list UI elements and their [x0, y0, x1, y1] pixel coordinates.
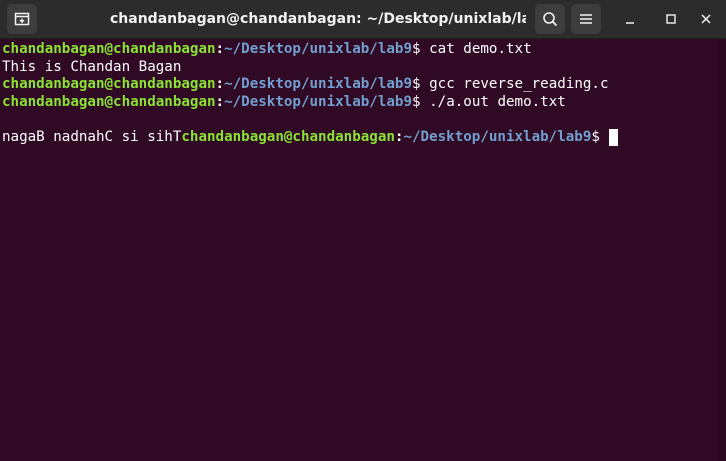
maximize-icon — [665, 10, 677, 29]
prompt-symbol: $ — [412, 76, 430, 92]
terminal-output[interactable]: chandanbagan@chandanbagan:~/Desktop/unix… — [0, 39, 718, 461]
terminal-line: nagaB nadnahC si sihTchandanbagan@chanda… — [2, 128, 718, 147]
command-text: gcc reverse_reading.c — [429, 76, 609, 92]
maximize-button[interactable] — [661, 9, 681, 29]
new-tab-icon — [14, 11, 30, 27]
prompt-user-host: chandanbagan@chandanbagan — [2, 93, 216, 110]
minimize-icon — [624, 10, 636, 29]
prompt-colon: : — [215, 41, 225, 57]
terminal-line: chandanbagan@chandanbagan:~/Desktop/unix… — [2, 76, 718, 94]
prompt-colon: : — [215, 76, 225, 92]
output-text: nagaB nadnahC si sihT — [2, 128, 182, 145]
prompt-path: ~/Desktop/unixlab/lab9 — [224, 76, 413, 92]
prompt-path: ~/Desktop/unixlab/lab9 — [224, 41, 413, 57]
output-text: This is Chandan Bagan — [2, 58, 182, 75]
prompt-symbol: $ — [591, 128, 609, 145]
prompt-user-host: chandanbagan@chandanbagan — [181, 128, 395, 145]
new-tab-button[interactable] — [7, 4, 37, 34]
hamburger-menu-icon — [579, 12, 593, 26]
window-title: chandanbagan@chandanbagan: ~/Desktop/uni… — [110, 11, 526, 27]
menu-button[interactable] — [571, 4, 601, 34]
prompt-path: ~/Desktop/unixlab/lab9 — [403, 128, 592, 145]
terminal-line: chandanbagan@chandanbagan:~/Desktop/unix… — [2, 94, 718, 112]
command-text: ./a.out demo.txt — [429, 93, 566, 110]
terminal-line: chandanbagan@chandanbagan:~/Desktop/unix… — [2, 41, 718, 59]
prompt-colon: : — [215, 93, 225, 110]
terminal-line: This is Chandan Bagan — [2, 59, 718, 77]
command-text: cat demo.txt — [429, 41, 532, 57]
close-icon — [700, 10, 712, 29]
minimize-button[interactable] — [620, 9, 640, 29]
prompt-path: ~/Desktop/unixlab/lab9 — [224, 93, 413, 110]
prompt-symbol: $ — [412, 93, 430, 110]
close-button[interactable] — [696, 9, 716, 29]
prompt-symbol: $ — [412, 41, 430, 57]
search-icon — [542, 11, 558, 27]
prompt-user-host: chandanbagan@chandanbagan — [2, 41, 216, 57]
terminal-window: chandanbagan@chandanbagan: ~/Desktop/uni… — [0, 0, 726, 461]
scrollbar[interactable] — [718, 39, 726, 461]
title-bar[interactable]: chandanbagan@chandanbagan: ~/Desktop/uni… — [0, 0, 726, 39]
prompt-user-host: chandanbagan@chandanbagan — [2, 76, 216, 92]
search-button[interactable] — [535, 4, 565, 34]
text-cursor — [609, 128, 619, 146]
